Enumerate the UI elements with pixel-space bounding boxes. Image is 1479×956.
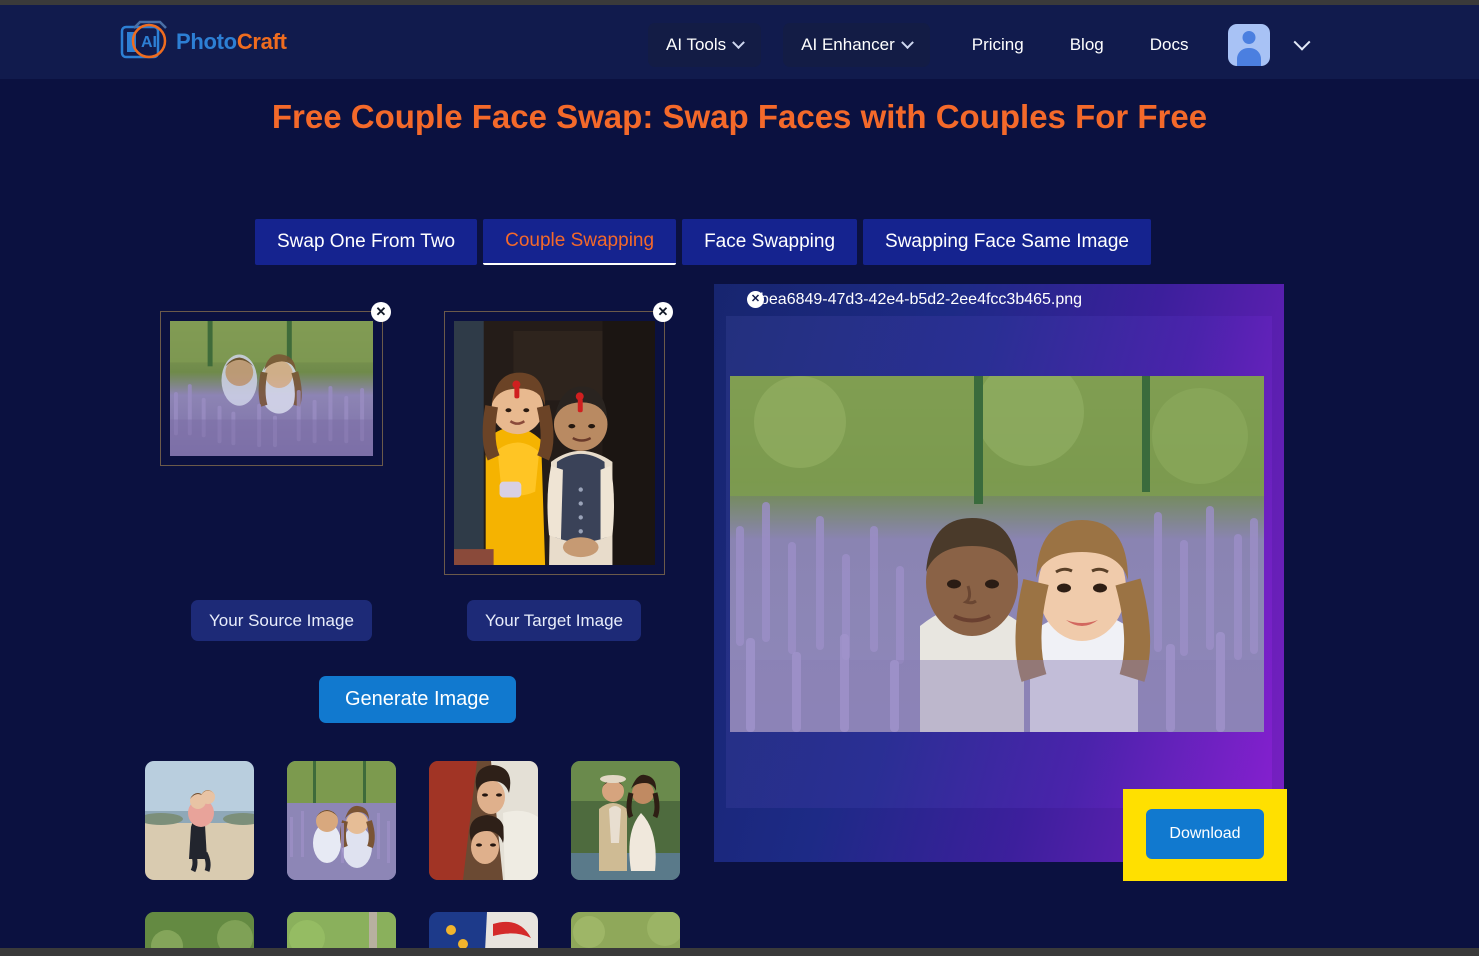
target-image-close-icon[interactable]: ✕ [653, 302, 673, 322]
gallery-item-0[interactable] [145, 761, 254, 880]
gallery-item-2[interactable] [429, 761, 538, 880]
site-header: AI PhotoCraft AI Tools AI Enhancer Prici… [0, 5, 1479, 79]
target-image-preview [454, 321, 655, 565]
user-avatar-icon[interactable] [1228, 24, 1271, 66]
source-image-button[interactable]: Your Source Image [191, 600, 372, 641]
target-image-card[interactable] [444, 311, 665, 575]
browser-bottom-strip [0, 948, 1479, 956]
source-image-close-icon[interactable]: ✕ [371, 302, 391, 322]
nav-dropdown-ai-enhancer-label: AI Enhancer [801, 35, 895, 54]
result-close-icon[interactable]: ✕ [747, 291, 764, 308]
chevron-down-icon [900, 35, 914, 49]
gallery-item-1[interactable] [287, 761, 396, 880]
account-chevron-down-icon[interactable] [1293, 33, 1311, 51]
gallery-item-3[interactable] [571, 761, 680, 880]
source-image-preview [170, 321, 373, 456]
chevron-down-icon [732, 35, 746, 49]
generate-image-button[interactable]: Generate Image [319, 676, 516, 723]
nav-link-blog[interactable]: Blog [1054, 35, 1120, 55]
svg-text:AI: AI [141, 34, 157, 51]
main-navigation: AI Tools AI Enhancer Pricing Blog Docs [648, 23, 1311, 67]
brand-name-part2: Craft [236, 29, 287, 54]
download-button[interactable]: Download [1146, 809, 1264, 859]
sample-gallery [145, 761, 705, 956]
brand-name: PhotoCraft [176, 29, 287, 55]
camera-icon: AI [120, 19, 178, 65]
brand-name-part1: Photo [176, 29, 237, 54]
tab-swapping-face-same-image[interactable]: Swapping Face Same Image [863, 219, 1151, 265]
source-image-card[interactable] [160, 311, 383, 466]
nav-dropdown-ai-tools-label: AI Tools [666, 35, 727, 54]
tab-face-swapping[interactable]: Face Swapping [682, 219, 858, 265]
result-image-preview [730, 376, 1264, 732]
nav-dropdown-ai-tools[interactable]: AI Tools [648, 23, 762, 67]
nav-link-pricing[interactable]: Pricing [956, 35, 1040, 55]
nav-link-docs[interactable]: Docs [1134, 35, 1205, 55]
nav-links: Pricing Blog Docs [956, 35, 1205, 55]
tab-swap-one-from-two[interactable]: Swap One From Two [255, 219, 478, 265]
brand-logo[interactable]: AI PhotoCraft [120, 19, 287, 65]
page-title: Free Couple Face Swap: Swap Faces with C… [271, 98, 1208, 135]
target-image-button[interactable]: Your Target Image [467, 600, 641, 641]
nav-dropdown-ai-enhancer[interactable]: AI Enhancer [783, 23, 930, 67]
result-filename: cbea6849-47d3-42e4-b5d2-2ee4fcc3b465.png [752, 291, 1083, 308]
mode-tabs: Swap One From Two Couple Swapping Face S… [255, 219, 1151, 265]
tab-couple-swapping[interactable]: Couple Swapping [483, 219, 677, 265]
